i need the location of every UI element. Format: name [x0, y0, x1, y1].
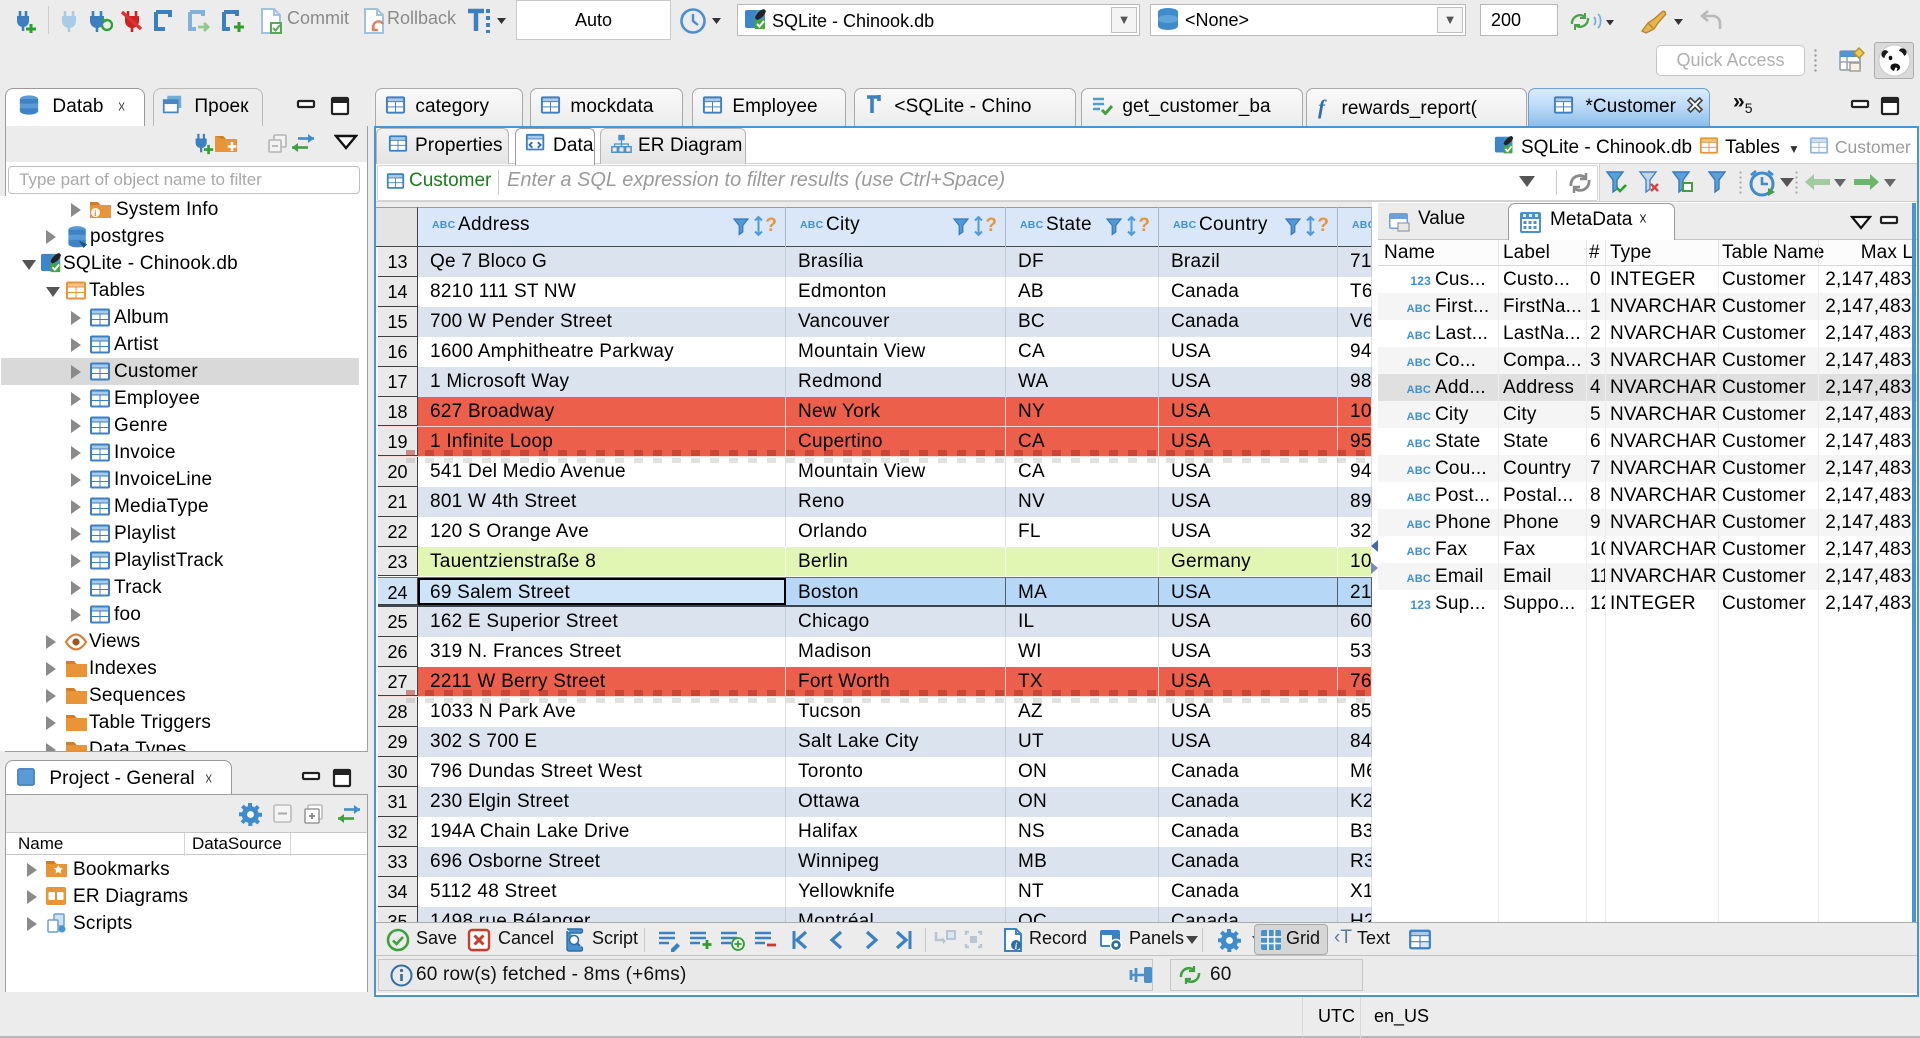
svg-text:i: i [94, 208, 97, 218]
